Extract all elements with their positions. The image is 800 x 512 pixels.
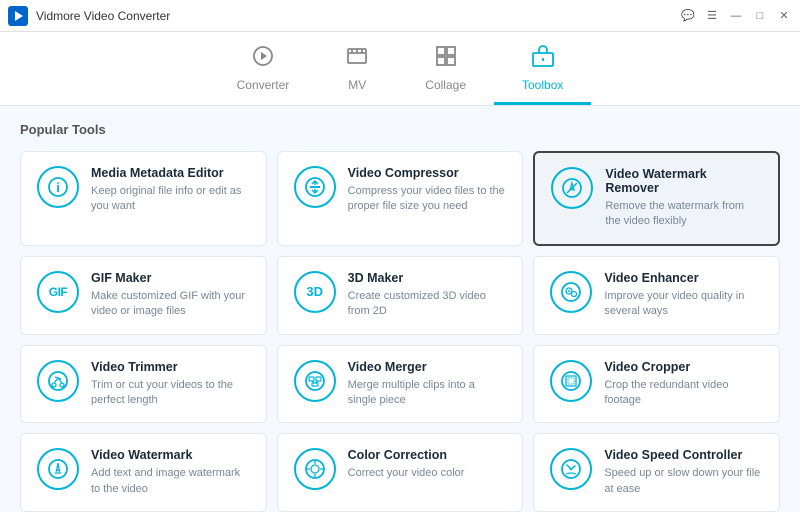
tool-3d-maker[interactable]: 3D 3D Maker Create customized 3D video f… — [277, 256, 524, 335]
mv-label: MV — [348, 78, 366, 92]
color-correction-desc: Correct your video color — [348, 466, 507, 481]
tool-video-watermark-remover[interactable]: Video Watermark Remover Remove the water… — [533, 151, 780, 246]
video-cropper-desc: Crop the redundant video footage — [604, 378, 763, 409]
tool-video-compressor[interactable]: Video Compressor Compress your video fil… — [277, 151, 524, 246]
video-speed-controller-icon — [550, 448, 592, 490]
video-cropper-info: Video Cropper Crop the redundant video f… — [604, 360, 763, 409]
app-icon — [8, 6, 28, 26]
tool-video-merger[interactable]: Video Merger Merge multiple clips into a… — [277, 345, 524, 424]
3d-maker-desc: Create customized 3D video from 2D — [348, 289, 507, 320]
video-trimmer-name: Video Trimmer — [91, 360, 250, 374]
gif-maker-info: GIF Maker Make customized GIF with your … — [91, 271, 250, 320]
video-enhancer-name: Video Enhancer — [604, 271, 763, 285]
titlebar-controls[interactable]: 💬 ☰ — □ ✕ — [680, 8, 792, 24]
video-enhancer-desc: Improve your video quality in several wa… — [604, 289, 763, 320]
3d-maker-icon: 3D — [294, 271, 336, 313]
section-title: Popular Tools — [20, 122, 780, 137]
gif-maker-name: GIF Maker — [91, 271, 250, 285]
video-merger-name: Video Merger — [348, 360, 507, 374]
video-watermark-icon — [37, 448, 79, 490]
video-enhancer-icon — [550, 271, 592, 313]
color-correction-info: Color Correction Correct your video colo… — [348, 448, 507, 481]
video-compressor-name: Video Compressor — [348, 166, 507, 180]
menu-icon[interactable]: ☰ — [704, 8, 720, 24]
app-title: Vidmore Video Converter — [36, 9, 170, 23]
video-compressor-icon — [294, 166, 336, 208]
main-content: Popular Tools i Media Metadata Editor Ke… — [0, 106, 800, 512]
video-cropper-name: Video Cropper — [604, 360, 763, 374]
video-watermark-remover-desc: Remove the watermark from the video flex… — [605, 199, 762, 230]
tool-video-speed-controller[interactable]: Video Speed Controller Speed up or slow … — [533, 433, 780, 512]
video-watermark-remover-info: Video Watermark Remover Remove the water… — [605, 167, 762, 230]
media-metadata-icon: i — [37, 166, 79, 208]
video-merger-desc: Merge multiple clips into a single piece — [348, 378, 507, 409]
tools-grid: i Media Metadata Editor Keep original fi… — [20, 151, 780, 512]
video-speed-controller-desc: Speed up or slow down your file at ease — [604, 466, 763, 497]
video-speed-controller-name: Video Speed Controller — [604, 448, 763, 462]
video-watermark-name: Video Watermark — [91, 448, 250, 462]
video-merger-icon — [294, 360, 336, 402]
mv-icon — [345, 44, 369, 74]
chat-icon[interactable]: 💬 — [680, 8, 696, 24]
video-cropper-icon — [550, 360, 592, 402]
toolbox-icon — [531, 44, 555, 74]
minimize-icon[interactable]: — — [728, 8, 744, 24]
video-watermark-info: Video Watermark Add text and image water… — [91, 448, 250, 497]
video-trimmer-info: Video Trimmer Trim or cut your videos to… — [91, 360, 250, 409]
tool-gif-maker[interactable]: GIF GIF Maker Make customized GIF with y… — [20, 256, 267, 335]
media-metadata-desc: Keep original file info or edit as you w… — [91, 184, 250, 215]
video-enhancer-info: Video Enhancer Improve your video qualit… — [604, 271, 763, 320]
video-speed-controller-info: Video Speed Controller Speed up or slow … — [604, 448, 763, 497]
color-correction-icon — [294, 448, 336, 490]
video-trimmer-icon — [37, 360, 79, 402]
video-compressor-desc: Compress your video files to the proper … — [348, 184, 507, 215]
video-watermark-remover-icon — [551, 167, 593, 209]
converter-label: Converter — [237, 78, 290, 92]
titlebar: Vidmore Video Converter 💬 ☰ — □ ✕ — [0, 0, 800, 32]
collage-label: Collage — [425, 78, 466, 92]
3d-maker-info: 3D Maker Create customized 3D video from… — [348, 271, 507, 320]
toolbox-label: Toolbox — [522, 78, 563, 92]
tool-media-metadata-editor[interactable]: i Media Metadata Editor Keep original fi… — [20, 151, 267, 246]
video-merger-info: Video Merger Merge multiple clips into a… — [348, 360, 507, 409]
converter-icon — [251, 44, 275, 74]
3d-maker-name: 3D Maker — [348, 271, 507, 285]
titlebar-left: Vidmore Video Converter — [8, 6, 170, 26]
collage-icon — [434, 44, 458, 74]
video-trimmer-desc: Trim or cut your videos to the perfect l… — [91, 378, 250, 409]
nav-tabs: Converter MV Collage — [0, 32, 800, 106]
video-compressor-info: Video Compressor Compress your video fil… — [348, 166, 507, 215]
svg-text:i: i — [56, 180, 60, 195]
maximize-icon[interactable]: □ — [752, 8, 768, 24]
tab-collage[interactable]: Collage — [397, 40, 494, 105]
tab-toolbox[interactable]: Toolbox — [494, 40, 591, 105]
video-watermark-desc: Add text and image watermark to the vide… — [91, 466, 250, 497]
gif-maker-desc: Make customized GIF with your video or i… — [91, 289, 250, 320]
tool-video-enhancer[interactable]: Video Enhancer Improve your video qualit… — [533, 256, 780, 335]
tab-mv[interactable]: MV — [317, 40, 397, 105]
tab-converter[interactable]: Converter — [209, 40, 318, 105]
tool-video-watermark[interactable]: Video Watermark Add text and image water… — [20, 433, 267, 512]
video-watermark-remover-name: Video Watermark Remover — [605, 167, 762, 195]
media-metadata-info: Media Metadata Editor Keep original file… — [91, 166, 250, 215]
tool-video-cropper[interactable]: Video Cropper Crop the redundant video f… — [533, 345, 780, 424]
color-correction-name: Color Correction — [348, 448, 507, 462]
media-metadata-name: Media Metadata Editor — [91, 166, 250, 180]
close-icon[interactable]: ✕ — [776, 8, 792, 24]
tool-color-correction[interactable]: Color Correction Correct your video colo… — [277, 433, 524, 512]
gif-maker-icon: GIF — [37, 271, 79, 313]
tool-video-trimmer[interactable]: Video Trimmer Trim or cut your videos to… — [20, 345, 267, 424]
